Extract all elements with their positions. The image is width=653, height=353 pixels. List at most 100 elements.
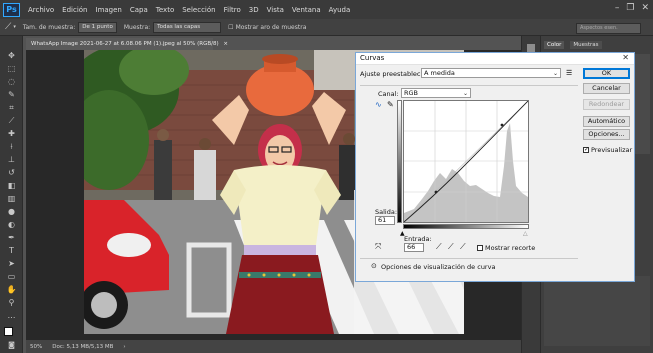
hand-tool-icon[interactable]: ✋ [5, 284, 18, 295]
zoom-tool-icon[interactable]: ⚲ [5, 297, 18, 308]
pen-tool-icon[interactable]: ✒ [5, 232, 18, 243]
channel-value: RGB [404, 89, 419, 97]
more-tools-icon[interactable]: … [5, 310, 18, 321]
clone-stamp-icon[interactable]: ⊥ [5, 154, 18, 165]
menu-seleccion[interactable]: Selección [182, 6, 215, 14]
sample-select[interactable]: Todas las capas [153, 21, 222, 33]
divider [360, 85, 578, 86]
output-label: Salida: [375, 208, 398, 216]
preview-checkbox[interactable]: ✓ [583, 147, 589, 153]
blur-tool-icon[interactable]: ● [5, 206, 18, 217]
status-arrow-icon[interactable]: › [123, 344, 125, 350]
preset-select[interactable]: A medida ⌄ [421, 68, 561, 78]
tab-swatches[interactable]: Muestras [570, 41, 602, 49]
eyedropper-icon[interactable]: ⟋ [436, 242, 442, 252]
tab-color[interactable]: Color [544, 41, 565, 49]
smooth-button[interactable]: Redondear [583, 99, 630, 110]
close-icon[interactable]: ✕ [622, 53, 629, 62]
eyedropper-icon[interactable]: ⟋ [460, 242, 466, 252]
menu-ventana[interactable]: Ventana [292, 6, 321, 14]
gradient-tool-icon[interactable]: ▥ [5, 193, 18, 204]
window-controls: – ❐ ✕ [615, 3, 649, 13]
minimize-icon[interactable]: – [615, 3, 620, 13]
menu-texto[interactable]: Texto [156, 6, 174, 14]
chevron-down-icon: ⌄ [552, 70, 558, 77]
output-gradient-bar [397, 100, 402, 223]
target-adjust-icon[interactable]: ⤧ [375, 242, 381, 252]
eyedropper-tool-panel-icon[interactable]: ⟋ [5, 115, 18, 126]
chevron-down-icon: ⌄ [462, 90, 468, 97]
tools-panel: ✥ ⬚ ◌ ✎ ⌗ ⟋ ✚ ⟊ ⊥ ↺ ◧ ▥ ● ◐ ✒ T ➤ ▭ ✋ ⚲ … [0, 36, 23, 353]
curve-graph-svg [403, 100, 529, 223]
white-point-slider-icon[interactable]: △ [523, 230, 528, 237]
menu-archivo[interactable]: Archivo [28, 6, 54, 14]
show-clipping-label: Mostrar recorte [485, 244, 536, 252]
menu-capa[interactable]: Capa [130, 6, 148, 14]
menu-imagen[interactable]: Imagen [96, 6, 122, 14]
doc-size: Doc: 5,13 MB/5,13 MB [52, 343, 114, 350]
menu-edicion[interactable]: Edición [62, 6, 87, 14]
layers-panel [544, 276, 650, 346]
show-ring-checkbox[interactable]: ☐ [228, 24, 233, 31]
channel-select[interactable]: RGB ⌄ [401, 88, 471, 98]
history-brush-icon[interactable]: ↺ [5, 167, 18, 178]
tool-preset-chevron-icon[interactable]: ▾ [13, 24, 16, 30]
eyedropper-icon[interactable]: ⟋ [448, 242, 454, 252]
menu-ayuda[interactable]: Ayuda [329, 6, 351, 14]
move-tool-icon[interactable]: ✥ [5, 50, 18, 61]
path-select-icon[interactable]: ➤ [5, 258, 18, 269]
color-panel-tabs: Color Muestras [544, 41, 602, 49]
eraser-tool-icon[interactable]: ◧ [5, 180, 18, 191]
dialog-title: Curvas [360, 54, 385, 62]
quick-select-tool-icon[interactable]: ✎ [5, 89, 18, 100]
zoom-level[interactable]: 50% [30, 344, 42, 350]
auto-button[interactable]: Automático [583, 116, 630, 127]
menu-filtro[interactable]: Filtro [224, 6, 241, 14]
quick-mask-icon[interactable]: ◙ [5, 340, 18, 351]
divider [360, 258, 578, 259]
workspace-select[interactable]: Aspectos esen. [576, 23, 641, 34]
options-bar: ⟋ ▾ Tam. de muestra: De 1 punto Muestra:… [0, 19, 653, 36]
shape-tool-icon[interactable]: ▭ [5, 271, 18, 282]
menu-vista[interactable]: Vista [267, 6, 284, 14]
sample-size-select[interactable]: De 1 punto [78, 21, 117, 33]
display-options-label[interactable]: Opciones de visualización de curva [381, 263, 495, 271]
hamburger-icon[interactable]: ☰ [566, 69, 572, 77]
input-field[interactable]: 66 [404, 243, 424, 252]
document-tab[interactable]: WhatsApp Image 2021-06-27 at 6.08.06 PM … [26, 38, 228, 50]
eyedropper-tool-icon[interactable]: ⟋ [5, 22, 11, 32]
marquee-tool-icon[interactable]: ⬚ [5, 63, 18, 74]
input-label: Entrada: [404, 235, 432, 243]
show-ring-label: Mostrar aro de muestra [235, 23, 307, 31]
curve-graph[interactable] [403, 100, 529, 223]
photoshop-logo: Ps [3, 2, 20, 17]
input-gradient-bar [403, 224, 529, 229]
cancel-button[interactable]: Cancelar [583, 83, 630, 94]
expand-icon[interactable]: ⊙ [371, 262, 377, 270]
sample-size-label: Tam. de muestra: [22, 23, 76, 31]
window-close-icon[interactable]: ✕ [641, 3, 649, 13]
crop-tool-icon[interactable]: ⌗ [5, 102, 18, 113]
ok-button[interactable]: OK [583, 68, 630, 79]
tab-close-icon[interactable]: × [223, 41, 228, 47]
history-panel-icon[interactable] [527, 44, 535, 52]
document-tab-title: WhatsApp Image 2021-06-27 at 6.08.06 PM … [31, 41, 219, 47]
options-button[interactable]: Opciones... [583, 129, 630, 140]
show-clipping-checkbox[interactable] [477, 245, 483, 251]
pencil-draw-icon[interactable]: ✎ [387, 100, 394, 109]
output-field[interactable]: 61 [375, 216, 395, 225]
restore-icon[interactable]: ❐ [626, 3, 634, 13]
dodge-tool-icon[interactable]: ◐ [5, 219, 18, 230]
lasso-tool-icon[interactable]: ◌ [5, 76, 18, 87]
menu-bar: Ps Archivo Edición Imagen Capa Texto Sel… [0, 0, 653, 19]
dialog-titlebar[interactable]: Curvas ✕ [356, 53, 634, 65]
status-bar: 50% Doc: 5,13 MB/5,13 MB › [26, 340, 521, 353]
healing-brush-icon[interactable]: ✚ [5, 128, 18, 139]
preset-value: A medida [424, 69, 455, 77]
black-point-slider-icon[interactable]: ▲ [400, 230, 405, 237]
type-tool-icon[interactable]: T [5, 245, 18, 256]
foreground-color-swatch[interactable] [4, 327, 13, 336]
menu-3d[interactable]: 3D [249, 6, 259, 14]
curve-point-tool-icon[interactable]: ∿ [375, 100, 382, 109]
brush-tool-icon[interactable]: ⟊ [5, 141, 18, 152]
